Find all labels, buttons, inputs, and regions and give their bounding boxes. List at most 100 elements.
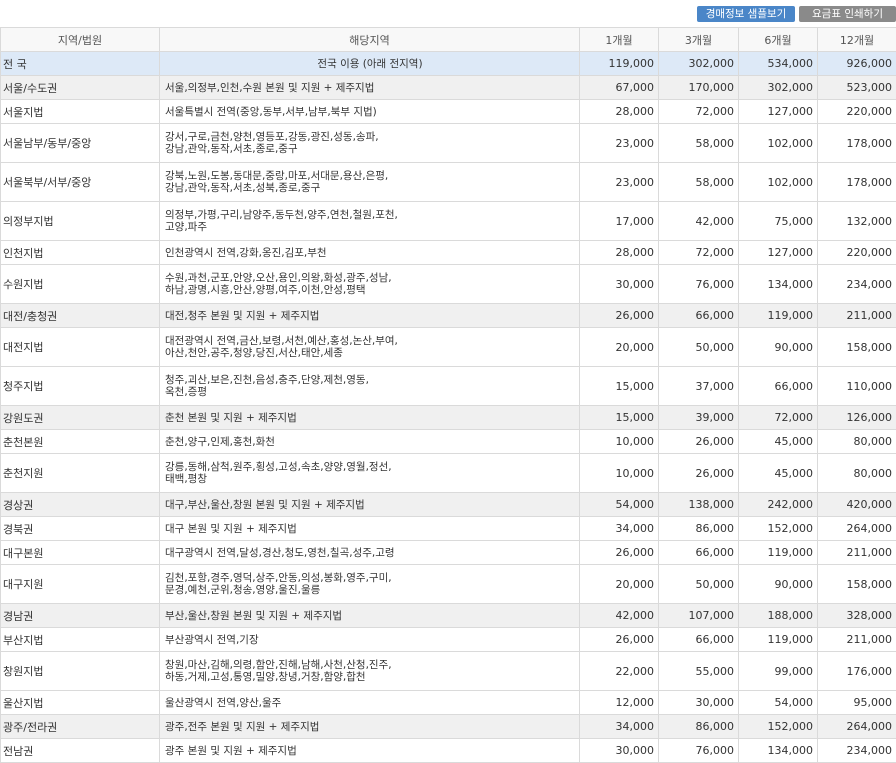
price-3month-cell: 58,000 bbox=[659, 163, 739, 202]
price-1month-cell: 12,000 bbox=[580, 691, 659, 715]
price-6month-cell: 45,000 bbox=[739, 430, 818, 454]
price-6month-cell: 54,000 bbox=[739, 691, 818, 715]
price-12month-cell: 211,000 bbox=[818, 628, 896, 652]
top-toolbar: 경매정보 샘플보기 요금표 인쇄하기 bbox=[0, 0, 896, 27]
price-3month-cell: 72,000 bbox=[659, 241, 739, 265]
area-cell: 대전,청주 본원 및 지원 + 제주지법 bbox=[160, 304, 580, 328]
region-cell: 춘천본원 bbox=[1, 430, 160, 454]
price-6month-cell: 242,000 bbox=[739, 493, 818, 517]
price-3month-cell: 39,000 bbox=[659, 406, 739, 430]
area-cell: 대구광역시 전역,달성,경산,청도,영천,칠곡,성주,고령 bbox=[160, 541, 580, 565]
price-6month-cell: 134,000 bbox=[739, 739, 818, 763]
table-row: 서울/수도권서울,의정부,인천,수원 본원 및 지원 + 제주지법67,0001… bbox=[1, 76, 896, 100]
price-12month-cell: 158,000 bbox=[818, 565, 896, 604]
price-12month-cell: 264,000 bbox=[818, 715, 896, 739]
area-cell: 대전광역시 전역,금산,보령,서천,예산,홍성,논산,부여,아산,천안,공주,청… bbox=[160, 328, 580, 367]
price-12month-cell: 178,000 bbox=[818, 163, 896, 202]
price-1month-cell: 26,000 bbox=[580, 628, 659, 652]
price-12month-cell: 220,000 bbox=[818, 241, 896, 265]
auction-sample-button[interactable]: 경매정보 샘플보기 bbox=[697, 6, 795, 22]
price-table: 지역/법원 해당지역 1개월 3개월 6개월 12개월 전 국전국 이용 (아래… bbox=[0, 27, 896, 763]
price-3month-cell: 26,000 bbox=[659, 430, 739, 454]
table-row: 광주/전라권광주,전주 본원 및 지원 + 제주지법34,00086,00015… bbox=[1, 715, 896, 739]
table-row: 서울지법서울특별시 전역(중앙,동부,서부,남부,북부 지법)28,00072,… bbox=[1, 100, 896, 124]
price-6month-cell: 102,000 bbox=[739, 124, 818, 163]
price-3month-cell: 50,000 bbox=[659, 565, 739, 604]
price-3month-cell: 26,000 bbox=[659, 454, 739, 493]
price-6month-cell: 134,000 bbox=[739, 265, 818, 304]
area-cell: 광주,전주 본원 및 지원 + 제주지법 bbox=[160, 715, 580, 739]
area-cell: 김천,포항,경주,영덕,상주,안동,의성,봉화,영주,구미,문경,예천,군위,청… bbox=[160, 565, 580, 604]
region-cell: 대전/충청권 bbox=[1, 304, 160, 328]
price-1month-cell: 20,000 bbox=[580, 328, 659, 367]
header-1month: 1개월 bbox=[580, 28, 659, 52]
price-1month-cell: 42,000 bbox=[580, 604, 659, 628]
price-1month-cell: 119,000 bbox=[580, 52, 659, 76]
price-1month-cell: 22,000 bbox=[580, 652, 659, 691]
print-rates-button[interactable]: 요금표 인쇄하기 bbox=[799, 6, 896, 22]
price-12month-cell: 523,000 bbox=[818, 76, 896, 100]
price-1month-cell: 26,000 bbox=[580, 304, 659, 328]
price-1month-cell: 34,000 bbox=[580, 517, 659, 541]
area-cell: 전국 이용 (아래 전지역) bbox=[160, 52, 580, 76]
region-cell: 의정부지법 bbox=[1, 202, 160, 241]
price-6month-cell: 188,000 bbox=[739, 604, 818, 628]
price-6month-cell: 90,000 bbox=[739, 565, 818, 604]
price-3month-cell: 76,000 bbox=[659, 265, 739, 304]
area-cell: 울산광역시 전역,양산,울주 bbox=[160, 691, 580, 715]
price-6month-cell: 119,000 bbox=[739, 304, 818, 328]
area-cell: 강북,노원,도봉,동대문,중랑,마포,서대문,용산,은평,강남,관악,동작,서초… bbox=[160, 163, 580, 202]
price-3month-cell: 66,000 bbox=[659, 304, 739, 328]
price-1month-cell: 30,000 bbox=[580, 265, 659, 304]
header-region: 지역/법원 bbox=[1, 28, 160, 52]
table-header-row: 지역/법원 해당지역 1개월 3개월 6개월 12개월 bbox=[1, 28, 896, 52]
price-6month-cell: 302,000 bbox=[739, 76, 818, 100]
region-cell: 서울북부/서부/중앙 bbox=[1, 163, 160, 202]
price-6month-cell: 72,000 bbox=[739, 406, 818, 430]
region-cell: 광주/전라권 bbox=[1, 715, 160, 739]
area-cell: 강릉,동해,삼척,원주,횡성,고성,속초,양양,영월,정선,태백,평창 bbox=[160, 454, 580, 493]
region-cell: 대구지원 bbox=[1, 565, 160, 604]
header-12month: 12개월 bbox=[818, 28, 896, 52]
price-6month-cell: 102,000 bbox=[739, 163, 818, 202]
region-cell: 수원지법 bbox=[1, 265, 160, 304]
table-row: 강원도권춘천 본원 및 지원 + 제주지법15,00039,00072,0001… bbox=[1, 406, 896, 430]
price-1month-cell: 30,000 bbox=[580, 739, 659, 763]
table-row: 경남권부산,울산,창원 본원 및 지원 + 제주지법42,000107,0001… bbox=[1, 604, 896, 628]
price-6month-cell: 66,000 bbox=[739, 367, 818, 406]
area-cell: 청주,괴산,보은,진천,음성,충주,단양,제천,영동,옥천,증평 bbox=[160, 367, 580, 406]
region-cell: 서울남부/동부/중앙 bbox=[1, 124, 160, 163]
table-row: 창원지법창원,마산,김해,의령,함안,진해,남해,사천,산청,진주,하동,거제,… bbox=[1, 652, 896, 691]
price-12month-cell: 328,000 bbox=[818, 604, 896, 628]
table-row: 청주지법청주,괴산,보은,진천,음성,충주,단양,제천,영동,옥천,증평15,0… bbox=[1, 367, 896, 406]
price-12month-cell: 420,000 bbox=[818, 493, 896, 517]
price-1month-cell: 10,000 bbox=[580, 430, 659, 454]
price-6month-cell: 75,000 bbox=[739, 202, 818, 241]
price-1month-cell: 54,000 bbox=[580, 493, 659, 517]
price-12month-cell: 926,000 bbox=[818, 52, 896, 76]
price-1month-cell: 67,000 bbox=[580, 76, 659, 100]
region-cell: 전 국 bbox=[1, 52, 160, 76]
price-3month-cell: 37,000 bbox=[659, 367, 739, 406]
price-12month-cell: 110,000 bbox=[818, 367, 896, 406]
price-12month-cell: 95,000 bbox=[818, 691, 896, 715]
price-6month-cell: 152,000 bbox=[739, 517, 818, 541]
area-cell: 부산광역시 전역,기장 bbox=[160, 628, 580, 652]
region-cell: 대구본원 bbox=[1, 541, 160, 565]
price-3month-cell: 76,000 bbox=[659, 739, 739, 763]
table-row: 춘천지원강릉,동해,삼척,원주,횡성,고성,속초,양양,영월,정선,태백,평창1… bbox=[1, 454, 896, 493]
price-1month-cell: 34,000 bbox=[580, 715, 659, 739]
price-1month-cell: 15,000 bbox=[580, 406, 659, 430]
price-3month-cell: 30,000 bbox=[659, 691, 739, 715]
table-row: 울산지법울산광역시 전역,양산,울주12,00030,00054,00095,0… bbox=[1, 691, 896, 715]
price-1month-cell: 28,000 bbox=[580, 100, 659, 124]
price-1month-cell: 15,000 bbox=[580, 367, 659, 406]
price-12month-cell: 234,000 bbox=[818, 739, 896, 763]
table-row: 경북권대구 본원 및 지원 + 제주지법34,00086,000152,0002… bbox=[1, 517, 896, 541]
area-cell: 춘천 본원 및 지원 + 제주지법 bbox=[160, 406, 580, 430]
region-cell: 울산지법 bbox=[1, 691, 160, 715]
region-cell: 경상권 bbox=[1, 493, 160, 517]
price-12month-cell: 264,000 bbox=[818, 517, 896, 541]
price-12month-cell: 176,000 bbox=[818, 652, 896, 691]
region-cell: 창원지법 bbox=[1, 652, 160, 691]
